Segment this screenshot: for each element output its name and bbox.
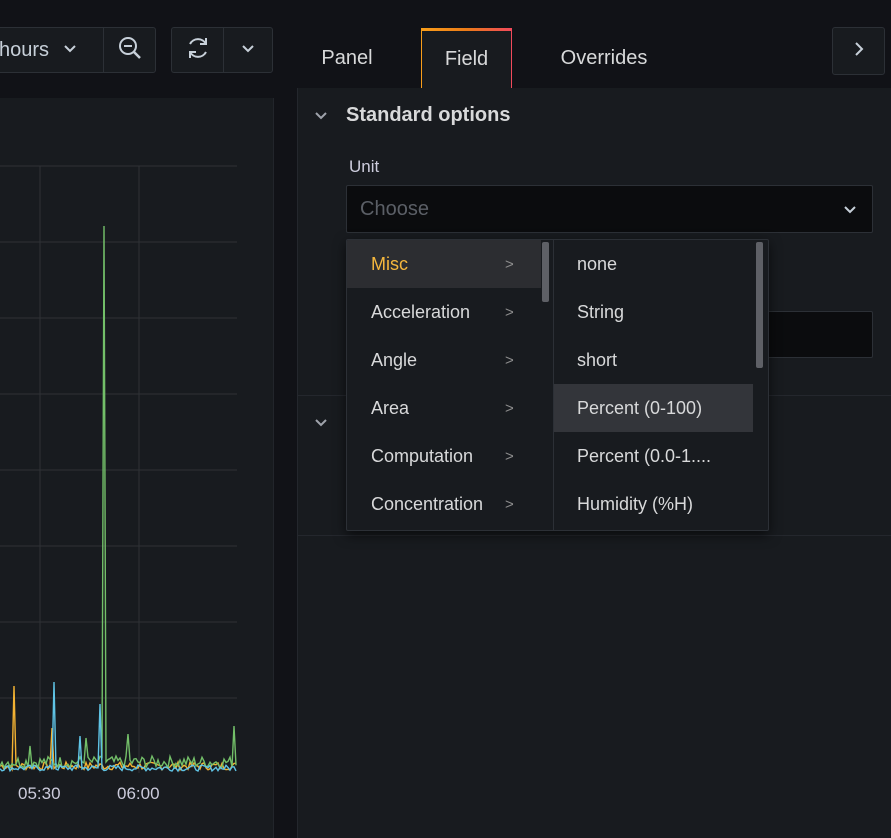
category-item-angle[interactable]: Angle > <box>347 336 541 384</box>
chevron-right-icon <box>854 41 864 62</box>
zoom-out-icon <box>117 35 143 66</box>
category-label: Area <box>371 397 410 418</box>
refresh-icon <box>185 35 211 66</box>
category-label: Angle <box>371 349 418 370</box>
chevron-down-icon[interactable] <box>313 415 329 436</box>
category-item-concentration[interactable]: Concentration > <box>347 480 541 528</box>
submenu-arrow-icon: > <box>505 495 514 513</box>
refresh-interval-dropdown[interactable] <box>223 27 273 73</box>
category-label: Misc <box>371 253 408 274</box>
category-scrollbar[interactable] <box>542 242 549 302</box>
category-item-misc[interactable]: Misc > <box>347 240 541 288</box>
chevron-down-icon <box>842 201 858 222</box>
x-axis-tick: 05:30 <box>18 784 61 803</box>
unit-option[interactable]: String <box>554 288 753 336</box>
graph-series-line <box>0 681 237 773</box>
unit-cascader-menu: Misc > Acceleration > Angle > Area > Com… <box>346 239 769 531</box>
category-label: Computation <box>371 445 474 466</box>
unit-option[interactable]: short <box>554 336 753 384</box>
category-item-computation[interactable]: Computation > <box>347 432 541 480</box>
time-range-picker[interactable]: hours <box>0 27 104 73</box>
chevron-down-icon[interactable] <box>313 108 329 129</box>
section-divider <box>297 535 891 536</box>
chevron-down-icon <box>241 41 255 59</box>
time-range-label: hours <box>0 38 50 61</box>
unit-category-list: Misc > Acceleration > Angle > Area > Com… <box>347 240 554 530</box>
graph-grid <box>0 165 237 773</box>
x-axis-tick: 06:00 <box>117 784 160 803</box>
tab-overrides[interactable]: Overrides <box>530 28 678 88</box>
unit-option[interactable]: Humidity (%H) <box>554 480 753 528</box>
category-item-area[interactable]: Area > <box>347 384 541 432</box>
unit-option[interactable]: none <box>554 240 753 288</box>
submenu-arrow-icon: > <box>505 447 514 465</box>
category-label: Concentration <box>371 493 484 514</box>
submenu-arrow-icon: > <box>505 303 514 321</box>
option-scrollbar[interactable] <box>756 242 763 368</box>
unit-select-placeholder: Choose <box>360 197 429 220</box>
submenu-arrow-icon: > <box>505 351 514 369</box>
unit-option[interactable]: Percent (0-100) <box>554 384 753 432</box>
category-item-acceleration[interactable]: Acceleration > <box>347 288 541 336</box>
graph-series <box>0 225 237 773</box>
refresh-button[interactable] <box>171 27 224 73</box>
submenu-arrow-icon: > <box>505 255 514 273</box>
collapse-options-button[interactable] <box>832 27 885 75</box>
unit-option-list: none String short Percent (0-100) Percen… <box>554 240 768 530</box>
submenu-arrow-icon: > <box>505 399 514 417</box>
unit-label: Unit <box>349 157 380 176</box>
unit-option[interactable]: Percent (0.0-1.... <box>554 432 753 480</box>
graph-series-line <box>0 225 237 771</box>
zoom-out-button[interactable] <box>103 27 156 73</box>
chevron-down-icon <box>63 41 77 59</box>
unit-select[interactable]: Choose <box>346 185 873 233</box>
graph-panel <box>0 98 274 838</box>
min-input[interactable] <box>765 311 873 358</box>
graph-series-line <box>0 685 237 772</box>
time-series-graph <box>0 165 237 773</box>
category-label: Acceleration <box>371 301 471 322</box>
tab-field[interactable]: Field <box>421 28 512 88</box>
section-title-standard-options[interactable]: Standard options <box>346 104 510 127</box>
tab-panel[interactable]: Panel <box>297 28 397 88</box>
